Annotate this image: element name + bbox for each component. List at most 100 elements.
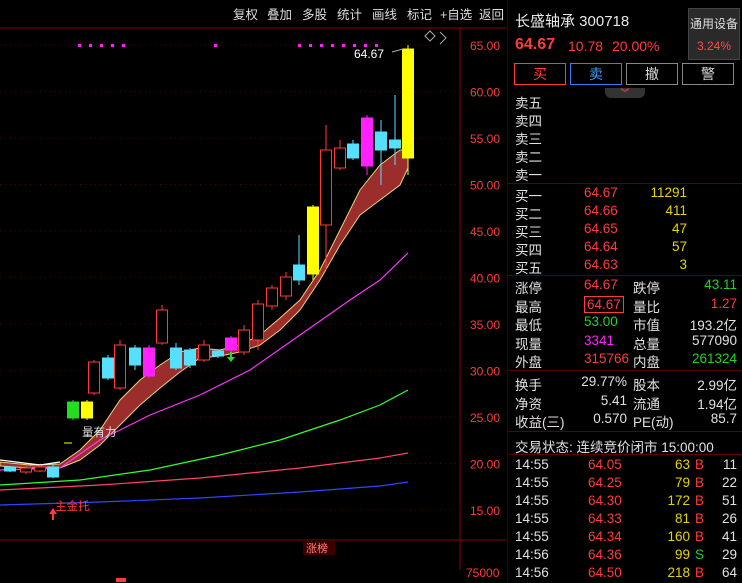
stat-value: 1.27 xyxy=(710,295,737,311)
cancel-button[interactable]: 撤 xyxy=(626,63,678,85)
buy-level-label: 买二 xyxy=(515,207,542,222)
divider xyxy=(508,183,742,184)
divider xyxy=(508,275,742,276)
sell2-label: 卖二 xyxy=(515,150,542,165)
candle-body xyxy=(156,309,168,344)
buy-volume: 57 xyxy=(671,239,687,254)
fin-label: 换手 xyxy=(515,378,542,393)
toolbar-back[interactable]: 返回 xyxy=(479,5,504,25)
sell4-row: 卖四 xyxy=(508,110,742,129)
fin-row: 换手 29.77% 股本 2.99亿 xyxy=(508,374,742,393)
buy-row: 买三 64.65 47 xyxy=(508,221,742,240)
quote-panel: 长盛轴承 300718 64.67 10.78 20.00% 通用设备 3.24… xyxy=(507,0,742,582)
signal-dot xyxy=(331,44,334,47)
stat-value: 315766 xyxy=(584,351,630,366)
tick-volume: 218 xyxy=(667,565,690,580)
fin-value: 85.7 xyxy=(710,411,737,426)
y-tick-label: 65.00 xyxy=(470,39,500,53)
buy-row: 买二 64.66 411 xyxy=(508,203,742,222)
stat-label: 市值 xyxy=(633,318,660,333)
buy-volume: 411 xyxy=(665,203,687,218)
tick-count: 51 xyxy=(721,493,737,508)
buy-level-label: 买五 xyxy=(515,261,542,276)
candle-body xyxy=(114,344,126,389)
toolbar-overlay[interactable]: 叠加 xyxy=(267,5,292,25)
last-price-label: 64.67 xyxy=(354,47,384,61)
fin-value: 2.99亿 xyxy=(697,378,737,393)
toolbar-fuquan[interactable]: 复权 xyxy=(233,5,258,25)
tick-time: 14:55 xyxy=(515,457,549,472)
tick-price: 64.30 xyxy=(588,493,622,508)
tick-volume: 63 xyxy=(674,457,690,472)
tick-time: 14:55 xyxy=(515,511,549,526)
stat-value: 53.00 xyxy=(584,314,618,329)
tick-price: 64.50 xyxy=(588,565,622,580)
sell5-label: 卖五 xyxy=(515,96,542,111)
buy-button[interactable]: 买 xyxy=(514,63,566,85)
candle-body xyxy=(170,347,182,369)
toolbar-mark[interactable]: 标记 xyxy=(407,5,432,25)
kline-chart[interactable]: 65.00 60.00 55.00 50.00 45.00 40.00 35.00 30.00… xyxy=(0,0,506,582)
tick-side: B xyxy=(695,565,705,580)
stock-price: 64.67 xyxy=(515,36,556,53)
candle-body xyxy=(198,344,210,361)
tick-volume: 99 xyxy=(674,547,690,562)
y-tick-label: 60.00 xyxy=(470,86,500,100)
toolbar-multi-stock[interactable]: 多股 xyxy=(302,5,327,25)
chevron-right-icon[interactable] xyxy=(439,31,447,45)
stat-label: 最低 xyxy=(515,318,542,333)
stat-value: 43.11 xyxy=(704,277,737,292)
candle-body xyxy=(389,139,401,149)
trade-status: 交易状态: 连续竞价闭市 15:00:00 xyxy=(515,440,714,455)
stat-value: 193.2亿 xyxy=(689,318,737,333)
candle-body xyxy=(20,467,32,473)
industry-label: 通用设备 xyxy=(689,17,738,31)
industry-pct: 3.24% xyxy=(696,39,732,53)
tick-price: 64.25 xyxy=(588,475,622,490)
y-tick-label: 15.00 xyxy=(470,504,500,518)
diamond-icon[interactable] xyxy=(424,30,436,42)
buy-level-label: 买三 xyxy=(515,225,542,240)
toolbar-stats[interactable]: 统计 xyxy=(337,5,362,25)
tick-time: 14:56 xyxy=(515,565,549,580)
kline-svg[interactable]: 65.00 60.00 55.00 50.00 45.00 40.00 35.00 30.00… xyxy=(0,0,506,582)
tick-row: 14:55 64.05 63 B 11 xyxy=(508,457,742,475)
candle-body xyxy=(129,347,141,366)
candle-body xyxy=(88,361,100,394)
sell-button[interactable]: 卖 xyxy=(570,63,622,85)
tick-count: 64 xyxy=(721,565,737,580)
buy-volume: 3 xyxy=(679,257,687,272)
annotation-label: 量有力 xyxy=(82,425,117,439)
toolbar-add-watchlist[interactable]: +自选 xyxy=(440,5,472,25)
y-tick-label: 20.00 xyxy=(470,458,500,472)
y-tick-label: 35.00 xyxy=(470,318,500,332)
sell1-row: 卖一 xyxy=(508,164,742,183)
y-tick-label: 40.00 xyxy=(470,272,500,286)
fin-value: 1.94亿 xyxy=(697,396,737,412)
sell4-label: 卖四 xyxy=(515,114,542,129)
tick-count: 41 xyxy=(721,529,737,544)
fin-value: 5.41 xyxy=(600,392,627,408)
buy-price: 64.67 xyxy=(584,185,618,200)
alert-button[interactable]: 警 xyxy=(682,63,734,85)
stat-value: 64.67 xyxy=(584,277,618,292)
sell3-label: 卖三 xyxy=(515,132,542,147)
candle-body xyxy=(293,264,305,281)
buy-volume: 11291 xyxy=(650,185,687,200)
stat-label: 内盘 xyxy=(633,355,660,370)
industry-button[interactable]: 通用设备 3.24% xyxy=(688,8,740,60)
tick-time: 14:56 xyxy=(515,547,549,562)
signal-dot xyxy=(122,44,125,47)
buy-row: 买一 64.67 11291 xyxy=(508,185,742,204)
stat-value: 64.67 xyxy=(584,295,624,313)
tick-count: 29 xyxy=(721,547,737,562)
candle-body xyxy=(34,466,46,472)
fin-label: 收益(三) xyxy=(515,415,565,430)
stat-row: 涨停 64.67 跌停 43.11 xyxy=(508,277,742,296)
sell1-label: 卖一 xyxy=(515,168,542,183)
toolbar-draw[interactable]: 画线 xyxy=(372,5,397,25)
sell2-row: 卖二 xyxy=(508,146,742,165)
stock-name-code: 长盛轴承 300718 xyxy=(515,13,630,30)
tick-price: 64.33 xyxy=(588,511,622,526)
tick-count: 26 xyxy=(721,511,737,526)
